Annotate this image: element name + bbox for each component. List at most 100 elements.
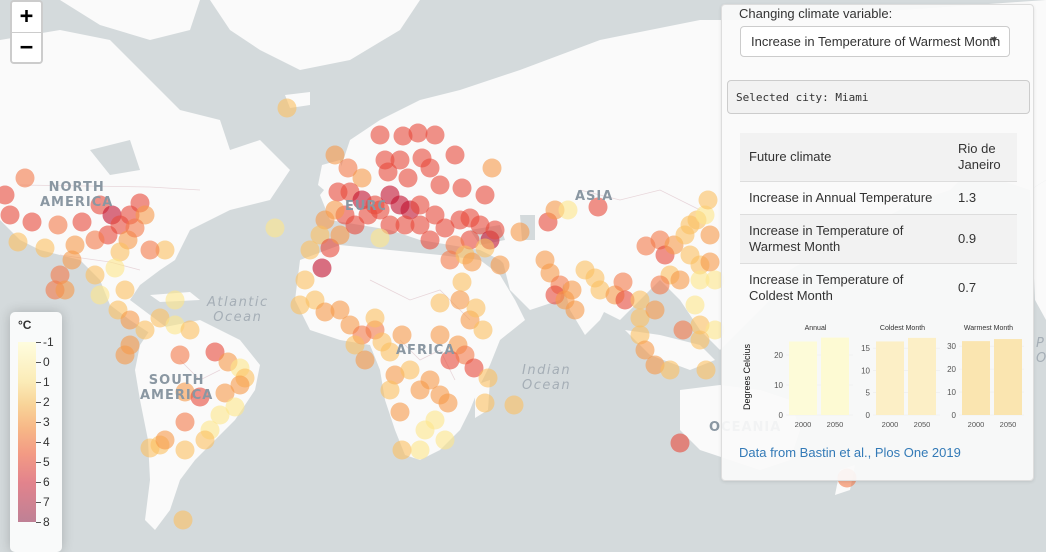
city-marker[interactable]	[685, 295, 705, 315]
city-marker[interactable]	[400, 360, 420, 380]
city-marker[interactable]	[15, 168, 35, 188]
city-marker[interactable]	[90, 285, 110, 305]
city-marker[interactable]	[660, 360, 680, 380]
x-tick-label: 2000	[882, 420, 899, 429]
city-marker[interactable]	[452, 272, 472, 292]
city-marker[interactable]	[698, 190, 718, 210]
city-marker[interactable]	[370, 228, 390, 248]
x-tick-label: 2000	[795, 420, 812, 429]
city-marker[interactable]	[0, 185, 15, 205]
city-marker[interactable]	[435, 430, 455, 450]
city-marker[interactable]	[670, 270, 690, 290]
city-marker[interactable]	[35, 238, 55, 258]
city-marker[interactable]	[452, 178, 472, 198]
city-marker[interactable]	[105, 258, 125, 278]
y-tick-label: 20	[947, 365, 956, 374]
city-marker[interactable]	[72, 212, 92, 232]
city-marker[interactable]	[392, 440, 412, 460]
legend-tick: 5	[36, 456, 50, 468]
city-marker[interactable]	[165, 290, 185, 310]
city-marker[interactable]	[85, 230, 105, 250]
city-marker[interactable]	[125, 218, 145, 238]
table-cell-label: Increase in Annual Temperature	[749, 190, 933, 205]
city-marker[interactable]	[55, 280, 75, 300]
city-marker[interactable]	[475, 238, 495, 258]
city-marker[interactable]	[300, 240, 320, 260]
city-marker[interactable]	[673, 320, 693, 340]
city-marker[interactable]	[473, 320, 493, 340]
city-marker[interactable]	[295, 270, 315, 290]
city-marker[interactable]	[425, 125, 445, 145]
y-tick-label: 5	[866, 389, 871, 398]
city-marker[interactable]	[48, 215, 68, 235]
city-marker[interactable]	[485, 220, 505, 240]
city-marker[interactable]	[410, 440, 430, 460]
city-marker[interactable]	[420, 230, 440, 250]
city-marker[interactable]	[613, 272, 633, 292]
city-marker[interactable]	[355, 350, 375, 370]
city-marker[interactable]	[696, 360, 716, 380]
city-marker[interactable]	[380, 380, 400, 400]
city-marker[interactable]	[510, 222, 530, 242]
zoom-out-button[interactable]: −	[12, 32, 41, 62]
city-marker[interactable]	[390, 402, 410, 422]
dropdown-caret-icon: ▼	[989, 35, 999, 46]
city-marker[interactable]	[690, 330, 710, 350]
city-marker[interactable]	[398, 168, 418, 188]
city-marker[interactable]	[175, 412, 195, 432]
city-marker[interactable]	[265, 218, 285, 238]
legend-tick: 1	[36, 376, 50, 388]
city-marker[interactable]	[155, 430, 175, 450]
city-marker[interactable]	[420, 158, 440, 178]
city-marker[interactable]	[62, 250, 82, 270]
city-marker[interactable]	[478, 368, 498, 388]
zoom-in-button[interactable]: +	[12, 2, 41, 32]
variable-select[interactable]: Increase in Temperature of Warmest Month…	[740, 26, 1010, 57]
city-marker[interactable]	[700, 252, 720, 272]
city-marker[interactable]	[115, 345, 135, 365]
zoom-control: + −	[10, 0, 43, 64]
city-marker[interactable]	[430, 325, 450, 345]
city-marker[interactable]	[392, 325, 412, 345]
city-marker[interactable]	[365, 308, 385, 328]
city-marker[interactable]	[670, 433, 690, 453]
info-panel: Changing climate variable: Increase in T…	[721, 4, 1034, 481]
city-marker[interactable]	[475, 393, 495, 413]
city-marker[interactable]	[438, 393, 458, 413]
city-marker[interactable]	[378, 162, 398, 182]
city-marker[interactable]	[277, 98, 297, 118]
city-marker[interactable]	[140, 240, 160, 260]
city-marker[interactable]	[415, 420, 435, 440]
city-marker[interactable]	[195, 430, 215, 450]
city-marker[interactable]	[8, 232, 28, 252]
city-marker[interactable]	[410, 380, 430, 400]
city-marker[interactable]	[445, 145, 465, 165]
city-marker[interactable]	[565, 300, 585, 320]
city-marker[interactable]	[173, 510, 193, 530]
city-marker[interactable]	[645, 300, 665, 320]
city-marker[interactable]	[85, 265, 105, 285]
city-marker[interactable]	[135, 320, 155, 340]
city-marker[interactable]	[466, 298, 486, 318]
city-marker[interactable]	[562, 280, 582, 300]
city-marker[interactable]	[650, 275, 670, 295]
city-marker[interactable]	[408, 123, 428, 143]
city-marker[interactable]	[312, 258, 332, 278]
city-marker[interactable]	[490, 255, 510, 275]
city-marker[interactable]	[175, 440, 195, 460]
city-marker[interactable]	[170, 345, 190, 365]
data-source-link[interactable]: Data from Bastin et al., Plos One 2019	[739, 445, 961, 460]
table-header-cell: Future climate	[749, 149, 832, 164]
city-marker[interactable]	[430, 293, 450, 313]
city-marker[interactable]	[482, 158, 502, 178]
city-marker[interactable]	[370, 125, 390, 145]
city-marker[interactable]	[430, 175, 450, 195]
city-marker[interactable]	[115, 280, 135, 300]
city-marker[interactable]	[0, 205, 20, 225]
city-marker[interactable]	[22, 212, 42, 232]
city-marker[interactable]	[700, 225, 720, 245]
city-marker[interactable]	[475, 185, 495, 205]
city-marker[interactable]	[180, 320, 200, 340]
city-marker[interactable]	[462, 252, 482, 272]
city-marker[interactable]	[504, 395, 524, 415]
